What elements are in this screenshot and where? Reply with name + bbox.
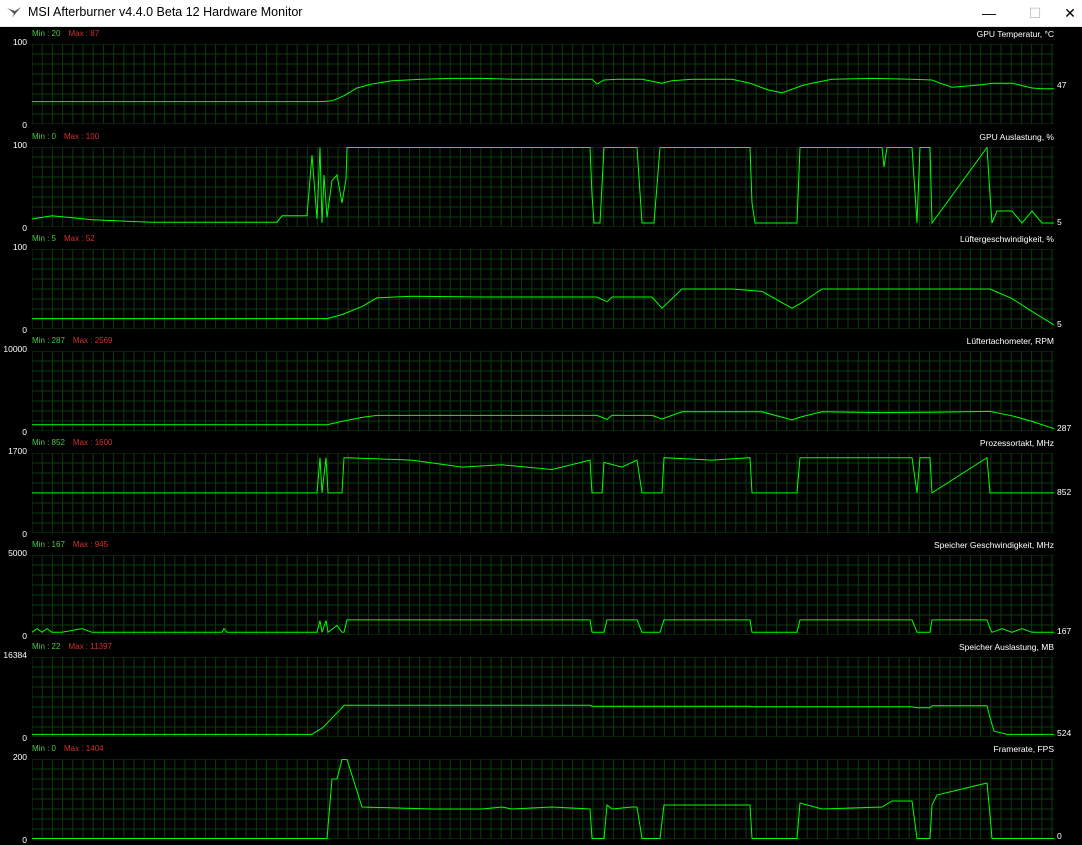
graph-svg	[32, 351, 1054, 431]
min-max-readout: Min : 287 Max : 2569	[32, 336, 112, 345]
graph-area[interactable]	[32, 555, 1054, 635]
min-max-readout: Min : 0 Max : 100	[32, 132, 99, 141]
grid	[32, 147, 1054, 227]
max-value: Max : 1600	[72, 438, 113, 447]
current-value: 287	[1057, 422, 1072, 433]
min-max-readout: Min : 20 Max : 87	[32, 29, 99, 38]
graph-title: Prozessortakt, MHz	[979, 438, 1054, 448]
minimize-button[interactable]: —	[966, 0, 1012, 26]
max-value: Max : 2569	[72, 336, 113, 345]
graph-area[interactable]	[32, 759, 1054, 839]
graph-title: Lüftergeschwindigkeit, %	[959, 234, 1054, 244]
graph-title: Speicher Geschwindigkeit, MHz	[934, 540, 1054, 550]
minimize-icon: —	[982, 5, 996, 21]
maximize-icon: ☐	[1028, 4, 1042, 21]
graph-title: GPU Temperatur, °C	[976, 29, 1054, 39]
graph-title: GPU Auslastung, %	[979, 132, 1054, 142]
current-value: 5	[1057, 319, 1062, 329]
grid	[32, 657, 1054, 737]
graph-svg	[32, 657, 1054, 737]
graph-title: Lüftertachometer, RPM	[966, 336, 1054, 346]
y-axis-max-label: 5000	[8, 548, 27, 558]
current-value: 167	[1057, 626, 1072, 637]
y-axis-max-label: 10000	[3, 344, 27, 354]
y-axis-max-label: 1700	[8, 446, 27, 456]
min-value: Min : 287	[32, 336, 65, 345]
afterburner-logo-icon	[7, 7, 21, 18]
grid	[32, 351, 1054, 431]
min-max-readout: Min : 0 Max : 1404	[32, 744, 104, 753]
graph-panel[interactable]: Min : 287 Max : 2569 Lüftertachometer, RPM…	[0, 334, 1082, 437]
current-value: 524	[1057, 728, 1072, 739]
y-axis-max-label: 100	[12, 37, 27, 47]
min-max-readout: Min : 22 Max : 11397	[32, 642, 112, 651]
min-max-readout: Min : 167 Max : 945	[32, 540, 108, 549]
current-value: 47	[1057, 80, 1067, 91]
graph-svg	[32, 249, 1054, 329]
graph-svg	[32, 453, 1054, 533]
graph-panel[interactable]: Min : 5 Max : 52 Lüftergeschwindigkeit, % 1…	[0, 232, 1082, 335]
min-value: Min : 0	[32, 744, 57, 753]
min-max-readout: Min : 5 Max : 52	[32, 234, 95, 243]
min-value: Min : 0	[32, 132, 57, 141]
graph-area[interactable]	[32, 351, 1054, 431]
max-value: Max : 11397	[68, 642, 112, 651]
graph-title: Speicher Auslastung, MB	[959, 642, 1054, 652]
min-value: Min : 852	[32, 438, 65, 447]
min-value: Min : 22	[32, 642, 61, 651]
y-axis-max-label: 16384	[3, 650, 27, 660]
min-max-readout: Min : 852 Max : 1600	[32, 438, 112, 447]
graph-svg	[32, 555, 1054, 635]
grid	[32, 555, 1054, 635]
graph-panel[interactable]: Min : 0 Max : 100 GPU Auslastung, % 100 0 5	[0, 130, 1082, 233]
graph-panel[interactable]: Min : 0 Max : 1404 Framerate, FPS 200 0 0	[0, 742, 1082, 845]
graph-panel[interactable]: Min : 852 Max : 1600 Prozessortakt, MHz 170…	[0, 436, 1082, 539]
graph-panel[interactable]: Min : 20 Max : 87 GPU Temperatur, °C 100 0 47	[0, 27, 1082, 130]
current-value: 0	[1057, 831, 1062, 841]
graph-title: Framerate, FPS	[993, 744, 1054, 754]
y-axis-min-label: 0	[22, 120, 27, 130]
current-value: 5	[1057, 217, 1062, 227]
title-bar[interactable]: MSI Afterburner v4.4.0 Beta 12 Hardware …	[0, 0, 1082, 27]
y-axis-max-label: 100	[12, 242, 27, 252]
graph-area[interactable]	[32, 249, 1054, 329]
window-title: MSI Afterburner v4.4.0 Beta 12 Hardware …	[28, 5, 303, 19]
graph-svg	[32, 759, 1054, 839]
max-value: Max : 945	[72, 540, 109, 549]
graph-panel[interactable]: Min : 22 Max : 11397 Speicher Auslastung, …	[0, 640, 1082, 743]
min-value: Min : 20	[32, 29, 61, 38]
graph-area[interactable]	[32, 453, 1054, 533]
max-value: Max : 87	[68, 29, 100, 38]
y-axis-max-label: 100	[12, 140, 27, 150]
graph-svg	[32, 44, 1054, 124]
y-axis-min-label: 0	[22, 835, 27, 845]
max-value: Max : 1404	[64, 744, 104, 753]
max-value: Max : 100	[64, 132, 100, 141]
graph-panel[interactable]: Min : 167 Max : 945 Speicher Geschwindigke…	[0, 538, 1082, 641]
grid	[32, 759, 1054, 839]
close-button[interactable]: ✕	[1058, 0, 1082, 26]
graph-area[interactable]	[32, 44, 1054, 124]
graph-svg	[32, 147, 1054, 227]
min-value: Min : 167	[32, 540, 65, 549]
max-value: Max : 52	[64, 234, 95, 243]
graph-area[interactable]	[32, 657, 1054, 737]
maximize-button: ☐	[1012, 0, 1058, 26]
current-value: 852	[1057, 486, 1072, 497]
grid	[32, 44, 1054, 124]
graph-area[interactable]	[32, 147, 1054, 227]
y-axis-max-label: 200	[12, 752, 27, 762]
close-icon: ✕	[1064, 4, 1076, 21]
min-value: Min : 5	[32, 234, 57, 243]
